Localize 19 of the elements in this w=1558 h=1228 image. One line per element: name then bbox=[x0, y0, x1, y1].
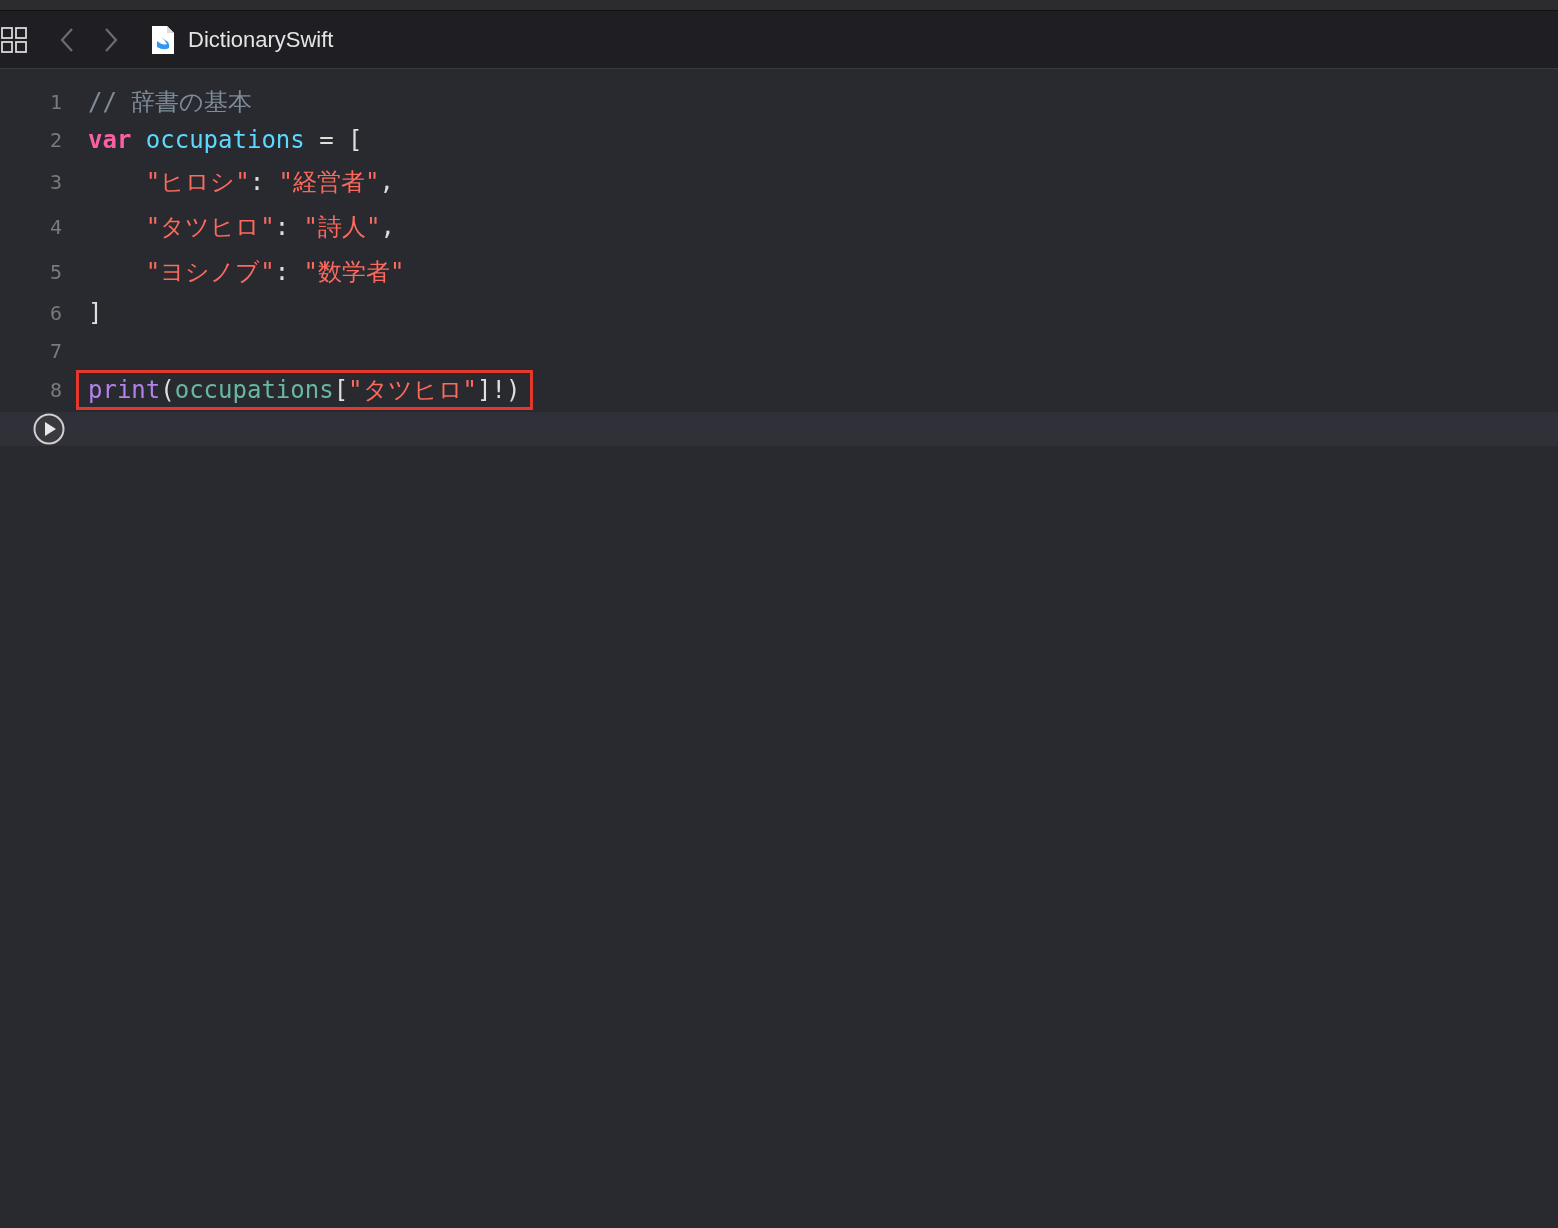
code-line: "タツヒロ": "詩人", bbox=[144, 211, 395, 243]
grid-icon[interactable] bbox=[1, 26, 27, 53]
line-number: 2 bbox=[48, 128, 62, 152]
line-number: 5 bbox=[48, 259, 62, 284]
code-line: var occupations = [ bbox=[88, 125, 363, 156]
code-line: "ヒロシ": "経営者", bbox=[144, 166, 394, 198]
line-number: 3 bbox=[48, 169, 62, 194]
code-line: // 辞書の基本 bbox=[88, 87, 253, 118]
line-number: 1 bbox=[48, 90, 62, 114]
play-button-icon[interactable] bbox=[33, 413, 65, 445]
file-name[interactable]: DictionarySwift bbox=[188, 26, 334, 53]
line-number: 4 bbox=[48, 214, 62, 239]
line-number: 8 bbox=[48, 378, 62, 402]
swift-file-icon bbox=[152, 25, 174, 54]
code-line: "ヨシノブ": "数学者" bbox=[144, 256, 405, 288]
line-number: 7 bbox=[48, 339, 62, 363]
code-line: print(occupations["タツヒロ"]!) bbox=[88, 375, 521, 406]
line-number: 6 bbox=[48, 301, 62, 325]
code-line: ] bbox=[88, 298, 103, 329]
